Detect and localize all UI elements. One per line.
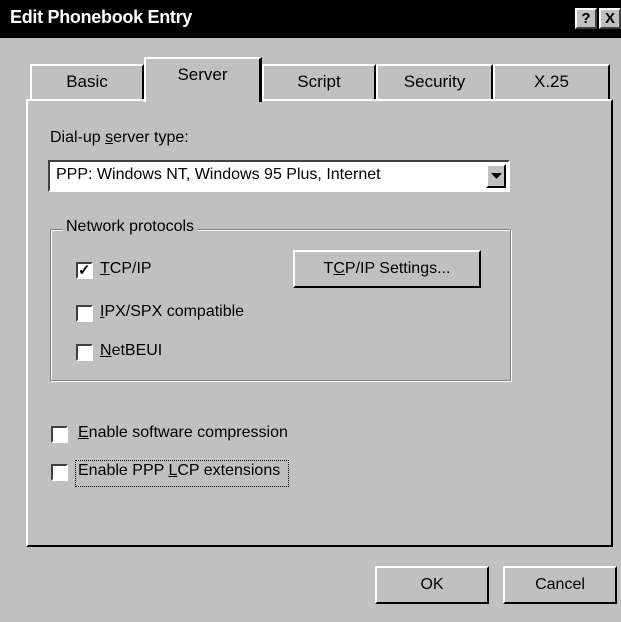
server-type-dropdown-button[interactable]: [486, 164, 506, 188]
check-icon: ✓: [78, 262, 91, 279]
netbeui-rest: etBEUI: [111, 342, 163, 359]
server-type-label: Dial-up server type:: [50, 129, 189, 147]
netbeui-checkbox[interactable]: [76, 344, 93, 361]
tcpip-label[interactable]: TCP/IP: [100, 260, 152, 278]
tab-basic-label: Basic: [66, 72, 108, 91]
ipx-checkbox[interactable]: [76, 305, 93, 322]
tab-security[interactable]: Security: [376, 64, 493, 100]
ipx-label[interactable]: IPX/SPX compatible: [100, 303, 244, 321]
netbeui-label[interactable]: NetBEUI: [100, 342, 162, 360]
chevron-down-icon: [491, 173, 502, 179]
compression-rest: nable software compression: [88, 424, 288, 441]
tcpip-mnemonic: T: [100, 260, 110, 277]
tcpip-settings-mnemonic: C: [333, 260, 345, 277]
tcpip-checkbox[interactable]: ✓: [76, 262, 93, 279]
tab-script[interactable]: Script: [262, 64, 376, 100]
tcpip-settings-pre: T: [323, 260, 334, 277]
tcpip-settings-post: P/IP Settings...: [344, 260, 451, 277]
lcp-checkbox[interactable]: [51, 464, 68, 481]
compression-mnemonic: E: [78, 424, 89, 441]
ok-button[interactable]: OK: [375, 566, 489, 604]
title-bar[interactable]: Edit Phonebook Entry ? X: [0, 0, 621, 38]
tab-server-label: Server: [177, 65, 228, 84]
compression-label[interactable]: Enable software compression: [78, 424, 288, 442]
help-icon: ?: [581, 10, 591, 27]
compression-checkbox[interactable]: [51, 426, 68, 443]
server-type-label-pre: Dial-up: [50, 129, 106, 146]
server-type-label-post: erver type:: [113, 129, 189, 146]
tab-x25-label: X.25: [534, 72, 569, 91]
ok-button-label: OK: [420, 576, 444, 593]
server-type-value: PPP: Windows NT, Windows 95 Plus, Intern…: [56, 166, 381, 183]
help-button[interactable]: ?: [575, 8, 597, 29]
lcp-pre: Enable PPP: [78, 462, 169, 479]
lcp-mnemonic: L: [168, 462, 178, 479]
lcp-label[interactable]: Enable PPP LCP extensions: [78, 462, 280, 480]
ipx-rest: PX/SPX compatible: [104, 303, 245, 320]
tcpip-rest: CP/IP: [109, 260, 152, 277]
tab-server[interactable]: Server: [144, 57, 262, 102]
tab-basic[interactable]: Basic: [30, 64, 144, 100]
window-title: Edit Phonebook Entry: [10, 7, 193, 27]
close-icon: X: [604, 10, 615, 27]
network-protocols-legend: Network protocols: [63, 218, 198, 236]
tab-script-label: Script: [297, 72, 341, 91]
cancel-button[interactable]: Cancel: [503, 566, 617, 604]
tab-x25[interactable]: X.25: [493, 64, 610, 100]
netbeui-mnemonic: N: [100, 342, 112, 359]
edit-phonebook-dialog: Edit Phonebook Entry ? X Basic Server Sc…: [0, 0, 621, 622]
close-button[interactable]: X: [599, 8, 621, 29]
cancel-button-label: Cancel: [535, 576, 585, 593]
tab-security-label: Security: [403, 72, 466, 91]
server-type-select[interactable]: PPP: Windows NT, Windows 95 Plus, Intern…: [48, 160, 510, 192]
lcp-post: CP extensions: [177, 462, 281, 479]
tcpip-settings-button[interactable]: TCP/IP Settings...: [293, 250, 481, 288]
server-type-label-mnemonic: s: [105, 129, 114, 146]
